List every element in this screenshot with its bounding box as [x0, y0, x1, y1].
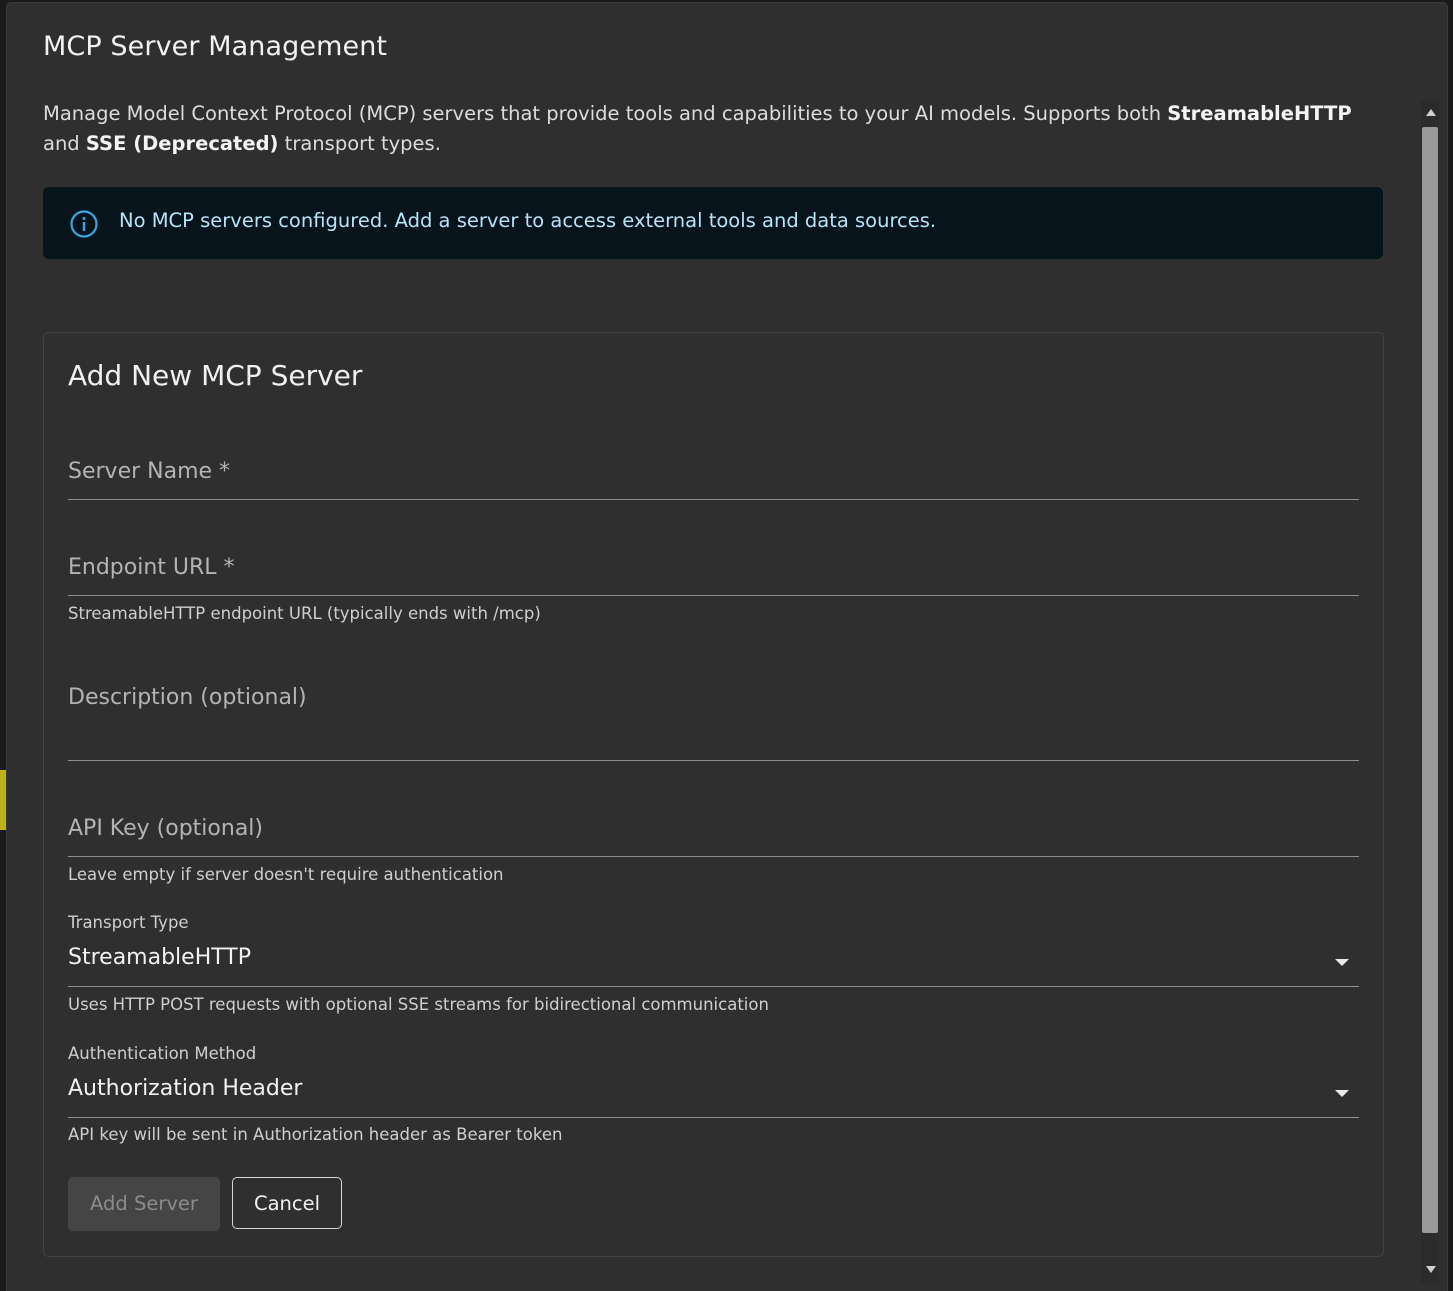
- add-server-button[interactable]: Add Server: [68, 1177, 220, 1231]
- endpoint-url-field[interactable]: Endpoint URL * StreamableHTTP endpoint U…: [68, 549, 1359, 629]
- api-key-underline: [68, 856, 1359, 857]
- auth-method-helper: API key will be sent in Authorization he…: [68, 1125, 563, 1144]
- info-alert: No MCP servers configured. Add a server …: [43, 187, 1383, 259]
- mcp-server-dialog: MCP Server Management Manage Model Conte…: [7, 3, 1447, 1291]
- form-title: Add New MCP Server: [68, 359, 363, 392]
- auth-method-label: Authentication Method: [68, 1044, 257, 1063]
- auth-method-underline: [68, 1117, 1359, 1118]
- server-name-underline: [68, 499, 1359, 500]
- endpoint-url-label: Endpoint URL *: [68, 555, 235, 580]
- description-text-mid: and: [43, 132, 86, 155]
- api-key-field[interactable]: API Key (optional) Leave empty if server…: [68, 810, 1359, 890]
- api-key-helper: Leave empty if server doesn't require au…: [68, 865, 504, 884]
- description-field[interactable]: Description (optional): [68, 679, 1359, 763]
- description-text: Manage Model Context Protocol (MCP) serv…: [43, 102, 1168, 125]
- description-streamable-http: StreamableHTTP: [1167, 102, 1352, 125]
- transport-type-label: Transport Type: [68, 913, 189, 932]
- auth-method-select[interactable]: Authentication Method Authorization Head…: [68, 1042, 1359, 1152]
- transport-type-value: StreamableHTTP: [68, 945, 251, 970]
- endpoint-url-helper: StreamableHTTP endpoint URL (typically e…: [68, 604, 541, 623]
- description-label: Description (optional): [68, 685, 307, 710]
- api-key-label: API Key (optional): [68, 816, 264, 841]
- transport-type-select[interactable]: Transport Type StreamableHTTP Uses HTTP …: [68, 911, 1359, 1021]
- transport-type-underline: [68, 986, 1359, 987]
- dialog-description: Manage Model Context Protocol (MCP) serv…: [43, 99, 1383, 159]
- add-server-form: Add New MCP Server Server Name * Endpoin…: [43, 332, 1384, 1257]
- server-name-label: Server Name *: [68, 459, 231, 484]
- scrollbar-thumb[interactable]: [1422, 127, 1438, 1233]
- vertical-scrollbar[interactable]: [1421, 99, 1439, 1283]
- scroll-up-arrow-icon[interactable]: [1426, 109, 1436, 116]
- endpoint-url-underline: [68, 595, 1359, 596]
- backdrop-accent: [0, 770, 6, 830]
- dialog-title: MCP Server Management: [43, 31, 388, 62]
- info-icon: [69, 209, 99, 239]
- alert-message: No MCP servers configured. Add a server …: [119, 209, 937, 232]
- chevron-down-icon: [1335, 959, 1349, 966]
- server-name-field[interactable]: Server Name *: [68, 453, 1359, 501]
- transport-type-helper: Uses HTTP POST requests with optional SS…: [68, 995, 769, 1014]
- cancel-button[interactable]: Cancel: [232, 1177, 342, 1229]
- description-text-end: transport types.: [278, 132, 441, 155]
- scroll-down-arrow-icon[interactable]: [1426, 1266, 1436, 1273]
- chevron-down-icon: [1335, 1090, 1349, 1097]
- dialog-content: Manage Model Context Protocol (MCP) serv…: [7, 99, 1447, 1291]
- description-sse: SSE (Deprecated): [85, 132, 279, 155]
- description-underline: [68, 760, 1359, 761]
- auth-method-value: Authorization Header: [68, 1076, 303, 1101]
